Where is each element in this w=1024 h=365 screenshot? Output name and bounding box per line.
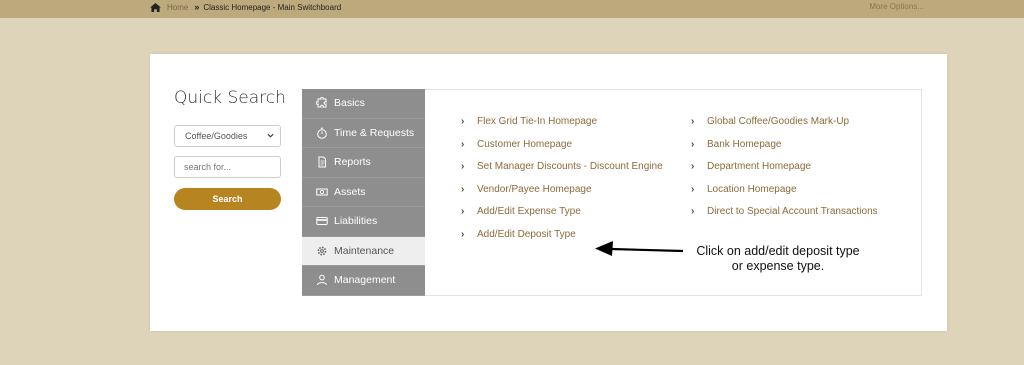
search-button[interactable]: Search: [174, 188, 281, 210]
link-customer-homepage[interactable]: › Customer Homepage: [458, 137, 668, 152]
link-flex-grid-tie-in-homepage[interactable]: › Flex Grid Tie-In Homepage: [458, 114, 668, 129]
menu-item-time-requests[interactable]: Time & Requests: [302, 118, 425, 148]
top-bar: Home » Classic Homepage - Main Switchboa…: [0, 0, 1024, 18]
link-label: Add/Edit Deposit Type: [477, 228, 576, 240]
link-label: Add/Edit Expense Type: [477, 206, 581, 217]
link-label: Customer Homepage: [477, 138, 573, 150]
link-global-coffee-goodies-mark-up[interactable]: › Global Coffee/Goodies Mark-Up: [688, 114, 908, 129]
home-icon[interactable]: [150, 2, 161, 12]
user-icon: [317, 275, 327, 286]
gear-icon: [317, 246, 327, 256]
link-label: Global Coffee/Goodies Mark-Up: [707, 116, 850, 127]
menu-item-label: Liabilities: [334, 215, 378, 228]
menu-item-liabilities[interactable]: Liabilities: [302, 207, 425, 237]
category-select-value: Coffee/Goodies: [185, 131, 248, 141]
menu-item-basics[interactable]: Basics: [302, 89, 425, 119]
annotation-text: Click on add/edit deposit type or expens…: [696, 244, 860, 273]
annotation-arrow-icon: [595, 241, 684, 256]
menu-item-label: Time & Requests: [334, 126, 415, 139]
links-column-1: › Flex Grid Tie-In Homepage › Customer Hom…: [458, 114, 668, 249]
document-icon: [318, 156, 326, 168]
chevron-right-icon: ›: [461, 228, 465, 240]
category-select[interactable]: Coffee/Goodies: [174, 125, 281, 147]
menu-item-assets[interactable]: Assets: [302, 177, 425, 207]
puzzle-icon: [316, 97, 327, 108]
link-label: Direct to Special Account Transactions: [707, 206, 878, 217]
link-direct-to-special-account-transactions[interactable]: › Direct to Special Account Transactions: [688, 204, 908, 219]
link-department-homepage[interactable]: › Department Homepage: [688, 159, 908, 174]
chevron-right-icon: ›: [461, 206, 465, 217]
chevron-right-icon: ›: [461, 161, 465, 172]
search-input[interactable]: [174, 156, 281, 178]
chevron-down-icon: [267, 133, 274, 138]
breadcrumb-separator-icon: »: [194, 2, 200, 12]
stopwatch-icon: [317, 127, 327, 139]
link-label: Vendor/Payee Homepage: [477, 183, 592, 195]
menu-item-label: Reports: [334, 156, 371, 169]
chevron-right-icon: ›: [691, 116, 695, 127]
link-location-homepage[interactable]: › Location Homepage: [688, 182, 908, 197]
link-label: Location Homepage: [707, 183, 797, 195]
link-add-edit-expense-type[interactable]: › Add/Edit Expense Type: [458, 204, 668, 219]
breadcrumb-home-link[interactable]: Home: [167, 3, 188, 12]
chevron-right-icon: ›: [461, 138, 465, 150]
chevron-right-icon: ›: [461, 183, 465, 195]
breadcrumb: Home » Classic Homepage - Main Switchboa…: [150, 0, 341, 14]
category-menu: Basics Time & Requests Reports Assets Li…: [302, 89, 425, 296]
menu-item-label: Maintenance: [334, 244, 395, 257]
menu-item-label: Basics: [334, 97, 365, 110]
menu-item-management[interactable]: Management: [302, 266, 425, 296]
link-label: Set Manager Discounts - Discount Engine: [477, 161, 663, 172]
links-column-2: › Global Coffee/Goodies Mark-Up › Bank Hom…: [688, 114, 908, 227]
chevron-right-icon: ›: [691, 138, 695, 150]
chevron-right-icon: ›: [691, 161, 695, 172]
money-icon: [316, 188, 328, 196]
link-set-manager-discounts[interactable]: › Set Manager Discounts - Discount Engine: [458, 159, 668, 174]
menu-item-maintenance[interactable]: Maintenance: [302, 236, 425, 266]
menu-item-label: Assets: [334, 185, 366, 198]
chevron-right-icon: ›: [461, 116, 465, 127]
menu-item-label: Management: [334, 274, 396, 287]
link-label: Department Homepage: [707, 161, 811, 172]
chevron-right-icon: ›: [691, 206, 695, 217]
switchboard-card: Quick Search Coffee/Goodies Search Basic…: [150, 54, 947, 331]
credit-card-icon: [316, 217, 328, 226]
more-options-link[interactable]: More Options...: [869, 0, 924, 14]
breadcrumb-current: Classic Homepage - Main Switchboard: [203, 2, 342, 12]
chevron-right-icon: ›: [691, 183, 695, 195]
link-label: Flex Grid Tie-In Homepage: [477, 116, 598, 127]
link-label: Bank Homepage: [707, 138, 782, 150]
link-vendor-payee-homepage[interactable]: › Vendor/Payee Homepage: [458, 182, 668, 197]
quick-search-title: Quick Search: [174, 88, 286, 108]
menu-item-reports[interactable]: Reports: [302, 148, 425, 178]
link-bank-homepage[interactable]: › Bank Homepage: [688, 137, 908, 152]
